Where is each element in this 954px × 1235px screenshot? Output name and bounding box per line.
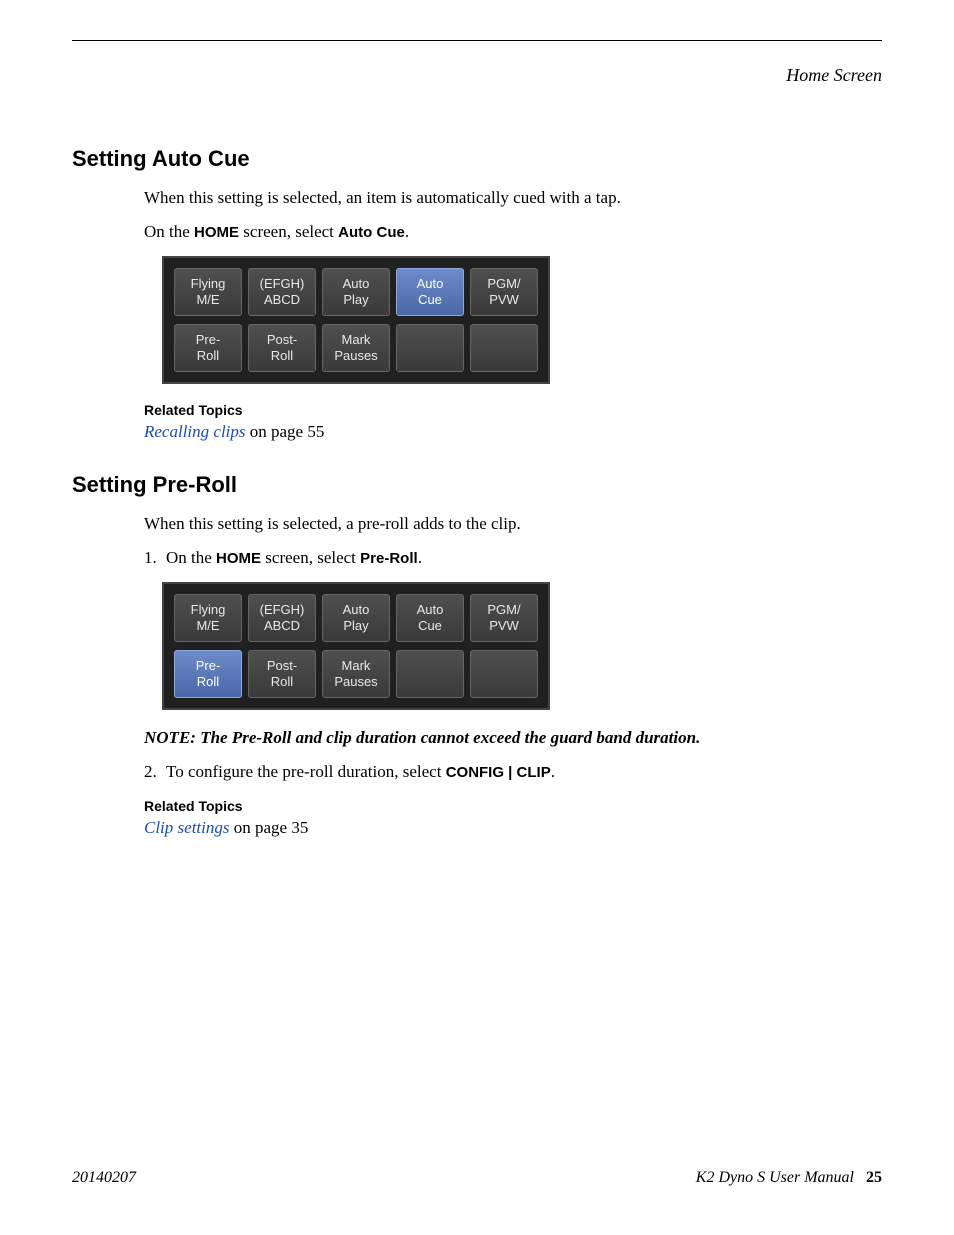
text: . [405, 222, 409, 241]
btn-line2: Roll [271, 348, 293, 364]
text: On the [166, 548, 216, 567]
home-label: HOME [194, 224, 239, 241]
btn-line2: Play [343, 618, 368, 634]
footer-page-number: 25 [866, 1169, 882, 1186]
btn-line1: Flying [191, 276, 226, 292]
footer-manual-name: K2 Dyno S User Manual [696, 1169, 854, 1186]
panel-button[interactable]: AutoCue [396, 594, 464, 642]
btn-line1: (EFGH) [260, 602, 305, 618]
panel-button[interactable]: AutoPlay [322, 594, 390, 642]
panel-button[interactable]: AutoCue [396, 268, 464, 316]
step-number: 2. [144, 762, 166, 782]
panel-button[interactable]: MarkPauses [322, 650, 390, 698]
related-topics-heading: Related Topics [144, 402, 882, 418]
button-panel-2: FlyingM/E(EFGH)ABCDAutoPlayAutoCuePGM/PV… [162, 582, 550, 710]
panel-button[interactable]: FlyingM/E [174, 268, 242, 316]
text: screen, select [261, 548, 360, 567]
btn-line1: (EFGH) [260, 276, 305, 292]
panel-button[interactable]: PGM/PVW [470, 268, 538, 316]
page-footer: 20140207 K2 Dyno S User Manual 25 [72, 1169, 882, 1187]
btn-line2: M/E [196, 292, 219, 308]
panel-button[interactable] [470, 650, 538, 698]
text: On the [144, 222, 194, 241]
btn-line1: Post- [267, 658, 297, 674]
related-topics-heading: Related Topics [144, 798, 882, 814]
btn-line1: Mark [342, 658, 371, 674]
pre-roll-intro: When this setting is selected, a pre-rol… [144, 514, 882, 534]
panel-button[interactable]: Post-Roll [248, 650, 316, 698]
btn-line2: ABCD [264, 292, 300, 308]
footer-date: 20140207 [72, 1169, 136, 1187]
panel-button[interactable]: Pre-Roll [174, 650, 242, 698]
auto-cue-intro: When this setting is selected, an item i… [144, 188, 882, 208]
panel-button[interactable] [396, 650, 464, 698]
panel-button[interactable]: (EFGH)ABCD [248, 268, 316, 316]
pre-roll-label: Pre-Roll [360, 550, 418, 567]
clip-settings-link[interactable]: Clip settings [144, 818, 229, 837]
text: . [418, 548, 422, 567]
note-label: NOTE: [144, 728, 200, 747]
btn-line1: Flying [191, 602, 226, 618]
btn-line2: ABCD [264, 618, 300, 634]
panel-button[interactable]: (EFGH)ABCD [248, 594, 316, 642]
recalling-clips-link[interactable]: Recalling clips [144, 422, 246, 441]
btn-line2: Roll [197, 674, 219, 690]
btn-line2: M/E [196, 618, 219, 634]
panel-button[interactable] [396, 324, 464, 372]
btn-line1: Mark [342, 332, 371, 348]
step-number: 1. [144, 548, 166, 568]
text: To configure the pre-roll duration, sele… [166, 762, 446, 781]
related-topics-link-row: Clip settings on page 35 [144, 818, 882, 838]
panel-button[interactable]: AutoPlay [322, 268, 390, 316]
config-clip-label: CONFIG | CLIP [446, 764, 551, 781]
panel-button[interactable]: MarkPauses [322, 324, 390, 372]
pre-roll-step-1: 1. On the HOME screen, select Pre-Roll. [144, 548, 882, 568]
btn-line1: Pre- [196, 332, 221, 348]
button-panel-1: FlyingM/E(EFGH)ABCDAutoPlayAutoCuePGM/PV… [162, 256, 550, 384]
btn-line1: PGM/ [487, 276, 520, 292]
panel-button[interactable]: Post-Roll [248, 324, 316, 372]
panel-button[interactable]: FlyingM/E [174, 594, 242, 642]
btn-line1: Auto [343, 602, 370, 618]
btn-line2: Pauses [334, 674, 377, 690]
btn-line1: Pre- [196, 658, 221, 674]
btn-line2: Cue [418, 618, 442, 634]
auto-cue-label: Auto Cue [338, 224, 405, 241]
btn-line2: Roll [197, 348, 219, 364]
btn-line1: Auto [417, 276, 444, 292]
pre-roll-step-2: 2. To configure the pre-roll duration, s… [144, 762, 882, 782]
panel-button[interactable] [470, 324, 538, 372]
btn-line2: Cue [418, 292, 442, 308]
auto-cue-step: On the HOME screen, select Auto Cue. [144, 222, 882, 242]
panel-button[interactable]: Pre-Roll [174, 324, 242, 372]
pre-roll-note: NOTE: The Pre-Roll and clip duration can… [144, 728, 882, 748]
note-body: The Pre-Roll and clip duration cannot ex… [200, 728, 700, 747]
btn-line1: Auto [417, 602, 444, 618]
text: on page 55 [246, 422, 325, 441]
panel-button[interactable]: PGM/PVW [470, 594, 538, 642]
btn-line1: Post- [267, 332, 297, 348]
btn-line2: Pauses [334, 348, 377, 364]
btn-line2: Roll [271, 674, 293, 690]
text: . [551, 762, 555, 781]
text: on page 35 [229, 818, 308, 837]
btn-line2: PVW [489, 618, 519, 634]
btn-line2: PVW [489, 292, 519, 308]
heading-pre-roll: Setting Pre-Roll [72, 472, 882, 498]
btn-line1: Auto [343, 276, 370, 292]
heading-auto-cue: Setting Auto Cue [72, 146, 882, 172]
home-label: HOME [216, 550, 261, 567]
related-topics-link-row: Recalling clips on page 55 [144, 422, 882, 442]
btn-line1: PGM/ [487, 602, 520, 618]
top-divider [72, 40, 882, 41]
btn-line2: Play [343, 292, 368, 308]
text: screen, select [239, 222, 338, 241]
header-section-name: Home Screen [72, 65, 882, 86]
